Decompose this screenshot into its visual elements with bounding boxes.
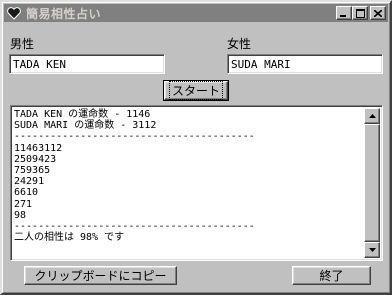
female-label: 女性	[227, 37, 252, 51]
result-text: TADA KEN の運命数 - 1146 SUDA MARI の運命数 - 311…	[14, 109, 364, 243]
app-window: 簡易相性占い 男性 TADA KEN 女性 SUDA MARI スタート TAD…	[0, 0, 392, 295]
exit-button-label: 終了	[319, 269, 344, 283]
exit-button[interactable]: 終了	[292, 266, 371, 285]
result-line: 2509423	[14, 153, 57, 165]
male-label: 男性	[10, 37, 35, 51]
scrollbar-thumb[interactable]	[364, 124, 380, 242]
result-line: 24291	[14, 176, 45, 188]
result-line: 271	[14, 198, 33, 210]
result-textarea[interactable]: TADA KEN の運命数 - 1146 SUDA MARI の運命数 - 311…	[10, 105, 383, 261]
title-bar[interactable]: 簡易相性占い	[4, 4, 388, 22]
vertical-scrollbar[interactable]	[364, 108, 380, 258]
maximize-icon	[355, 8, 365, 18]
result-line: 6610	[14, 187, 39, 199]
scroll-down-arrow-icon	[368, 248, 376, 252]
result-line: 759365	[14, 165, 51, 177]
copy-button-label: クリップボードにコピー	[34, 269, 167, 283]
window-title: 簡易相性占い	[26, 6, 102, 21]
result-line: ----------------------------------------	[14, 131, 255, 143]
scroll-down-button[interactable]	[364, 242, 380, 258]
male-name-input[interactable]: TADA KEN	[9, 54, 165, 74]
title-bar-controls	[336, 6, 386, 20]
result-line: 98	[14, 209, 27, 221]
minimize-button[interactable]	[336, 6, 352, 20]
result-line: SUDA MARI の運命数 - 3112	[14, 120, 157, 132]
female-name-input[interactable]: SUDA MARI	[227, 54, 383, 74]
close-icon	[374, 9, 382, 17]
minimize-icon	[340, 14, 346, 17]
result-line: 11463112	[14, 142, 63, 154]
start-button-label: スタート	[168, 81, 224, 100]
close-button[interactable]	[370, 6, 386, 20]
copy-to-clipboard-button[interactable]: クリップボードにコピー	[24, 266, 177, 285]
heart-icon[interactable]	[6, 5, 22, 21]
scroll-up-arrow-icon	[368, 114, 376, 118]
maximize-button[interactable]	[352, 6, 368, 20]
result-line: TADA KEN の運命数 - 1146	[14, 109, 151, 120]
start-button[interactable]: スタート	[163, 80, 229, 101]
result-line: 二人の相性は 98% です	[14, 232, 125, 244]
scroll-up-button[interactable]	[364, 108, 380, 124]
result-line: ----------------------------------------	[14, 221, 255, 233]
